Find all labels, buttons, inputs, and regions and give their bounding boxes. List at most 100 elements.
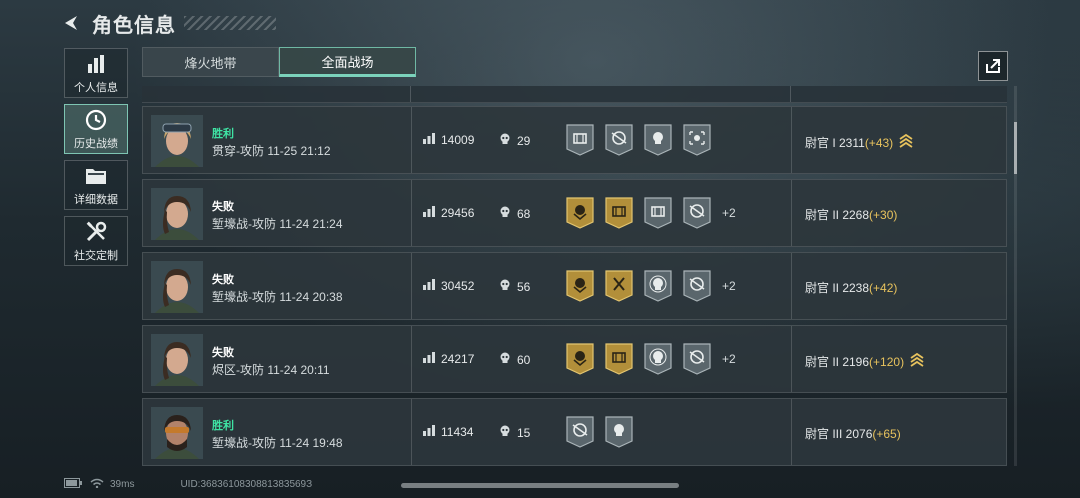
rank-info: 尉官 II 2196 (+120) [805,352,924,371]
kills-value: 60 [517,352,531,367]
kills: 15 [499,425,530,440]
rank-delta: (+30) [869,207,898,222]
rank-info: 尉官 II 2268 (+30) [805,206,897,223]
kills-value: 68 [517,206,531,221]
rank-text: 尉官 III 2076 [805,427,873,441]
wifi-icon [90,478,104,491]
badge-target-icon[interactable] [682,123,712,157]
sidebar-item-match-history[interactable]: 历史战绩 [64,104,128,154]
sidebar-item-detailed-data[interactable]: 详细数据 [64,160,128,210]
badge-medal-gold-icon[interactable] [565,342,595,376]
badge-crate-gold-icon[interactable] [604,196,634,230]
match-row[interactable]: 失败 烬区-攻防 11-24 20:11 24217 60 +2 尉官 II 2… [142,325,1007,393]
title-decoration [184,16,276,30]
sidebar-item-label: 个人信息 [74,81,118,94]
match-mode-time: 堑壕战-攻防 11-24 21:24 [212,217,343,231]
match-result: 失败 [212,274,234,286]
badge-skull-helmet-icon[interactable] [604,415,634,449]
tools-icon [85,220,107,244]
score-value: 24217 [441,352,475,366]
kills-value: 56 [517,279,531,294]
uid-text: UID:3683610830881383569З [180,478,313,490]
status-bar: 39ms UID:3683610830881383569З [64,476,312,492]
kills: 29 [499,133,530,148]
score-icon [423,352,441,366]
match-mode-time: 贯穿-攻防 11-25 21:12 [212,144,331,158]
sidebar-item-label: 历史战绩 [74,137,118,150]
sidebar-item-social-customize[interactable]: 社交定制 [64,216,128,266]
score-icon [423,279,441,293]
match-result: 胜利 [212,128,234,140]
scrollbar[interactable] [1014,86,1017,466]
match-result: 胜利 [212,420,234,432]
rank-info: 尉官 I 2311 (+43) [805,133,913,152]
score: 11434 [423,425,473,439]
score: 14009 [423,133,474,147]
rank-delta: (+43) [864,135,894,150]
clock-history-icon [85,108,107,132]
rank-delta: (+120) [869,354,905,369]
rank-text: 尉官 II 2268 [805,208,870,222]
badge-axes-gold-icon[interactable] [604,269,634,303]
operator-avatar [151,334,203,386]
side-nav: 个人信息 历史战绩 详细数据 社交定制 [64,48,128,272]
match-result: 失败 [212,201,234,213]
operator-avatar [151,188,203,240]
match-row[interactable]: 胜利 堑壕战-攻防 11-24 19:48 11434 15 尉官 III 20… [142,398,1007,466]
back-arrow-icon[interactable] [60,12,82,34]
kills: 68 [499,206,530,221]
folder-icon [85,164,107,188]
more-badges-count[interactable]: +2 [722,279,736,293]
match-history-list[interactable]: 胜利 贯穿-攻防 11-25 21:12 14009 29 尉官 I 2311 … [142,86,1007,466]
tab-full-battlefield[interactable]: 全面战场 [279,47,416,77]
score-icon [423,425,441,439]
score-icon [423,133,441,147]
skull-icon [499,425,517,440]
kills-value: 29 [517,133,531,148]
match-row[interactable]: 胜利 贯穿-攻防 11-25 21:12 14009 29 尉官 I 2311 … [142,106,1007,174]
score-value: 30452 [441,279,475,293]
skull-icon [499,352,517,367]
tab-extraction[interactable]: 烽火地带 [142,47,279,77]
badge-skull-icon[interactable] [643,342,673,376]
rank-info: 尉官 II 2238 (+42) [805,279,897,296]
skull-icon [499,133,517,148]
badge-crate-icon[interactable] [565,123,595,157]
scrollbar-thumb[interactable] [1014,122,1017,174]
match-row[interactable]: 失败 堑壕战-攻防 11-24 20:38 30452 56 +2 尉官 II … [142,252,1007,320]
badge-drone-icon[interactable] [565,415,595,449]
operator-avatar [151,261,203,313]
rank-delta: (+42) [869,280,898,295]
badge-skull-helmet-icon[interactable] [643,123,673,157]
badge-list: +2 [565,196,736,230]
badge-drone-icon[interactable] [682,269,712,303]
home-indicator[interactable] [401,483,679,488]
badge-skull-icon[interactable] [643,269,673,303]
match-row[interactable]: 失败 堑壕战-攻防 11-24 21:24 29456 68 +2 尉官 II … [142,179,1007,247]
badge-drone-icon[interactable] [682,196,712,230]
rank-text: 尉官 II 2238 [805,281,870,295]
operator-avatar [151,407,203,459]
score: 29456 [423,206,474,220]
badge-crate-gold-icon[interactable] [604,342,634,376]
badge-medal-gold-icon[interactable] [565,196,595,230]
match-mode-time: 烬区-攻防 11-24 20:11 [212,363,330,377]
badge-list: +2 [565,342,736,376]
badge-drone-icon[interactable] [604,123,634,157]
more-badges-count[interactable]: +2 [722,352,736,366]
more-badges-count[interactable]: +2 [722,206,736,220]
rank-delta: (+65) [872,426,901,441]
score: 24217 [423,352,474,366]
share-button[interactable] [978,51,1008,81]
rank-up-chevron-icon [910,352,924,371]
sidebar-item-label: 详细数据 [74,193,118,206]
badge-list: +2 [565,269,736,303]
match-mode-time: 堑壕战-攻防 11-24 20:38 [212,290,343,304]
skull-icon [499,279,517,294]
rank-up-chevron-icon [899,133,913,152]
badge-medal-gold-icon[interactable] [565,269,595,303]
badge-crate-icon[interactable] [643,196,673,230]
sidebar-item-personal-info[interactable]: 个人信息 [64,48,128,98]
rank-text: 尉官 II 2196 [805,355,870,369]
badge-drone-icon[interactable] [682,342,712,376]
